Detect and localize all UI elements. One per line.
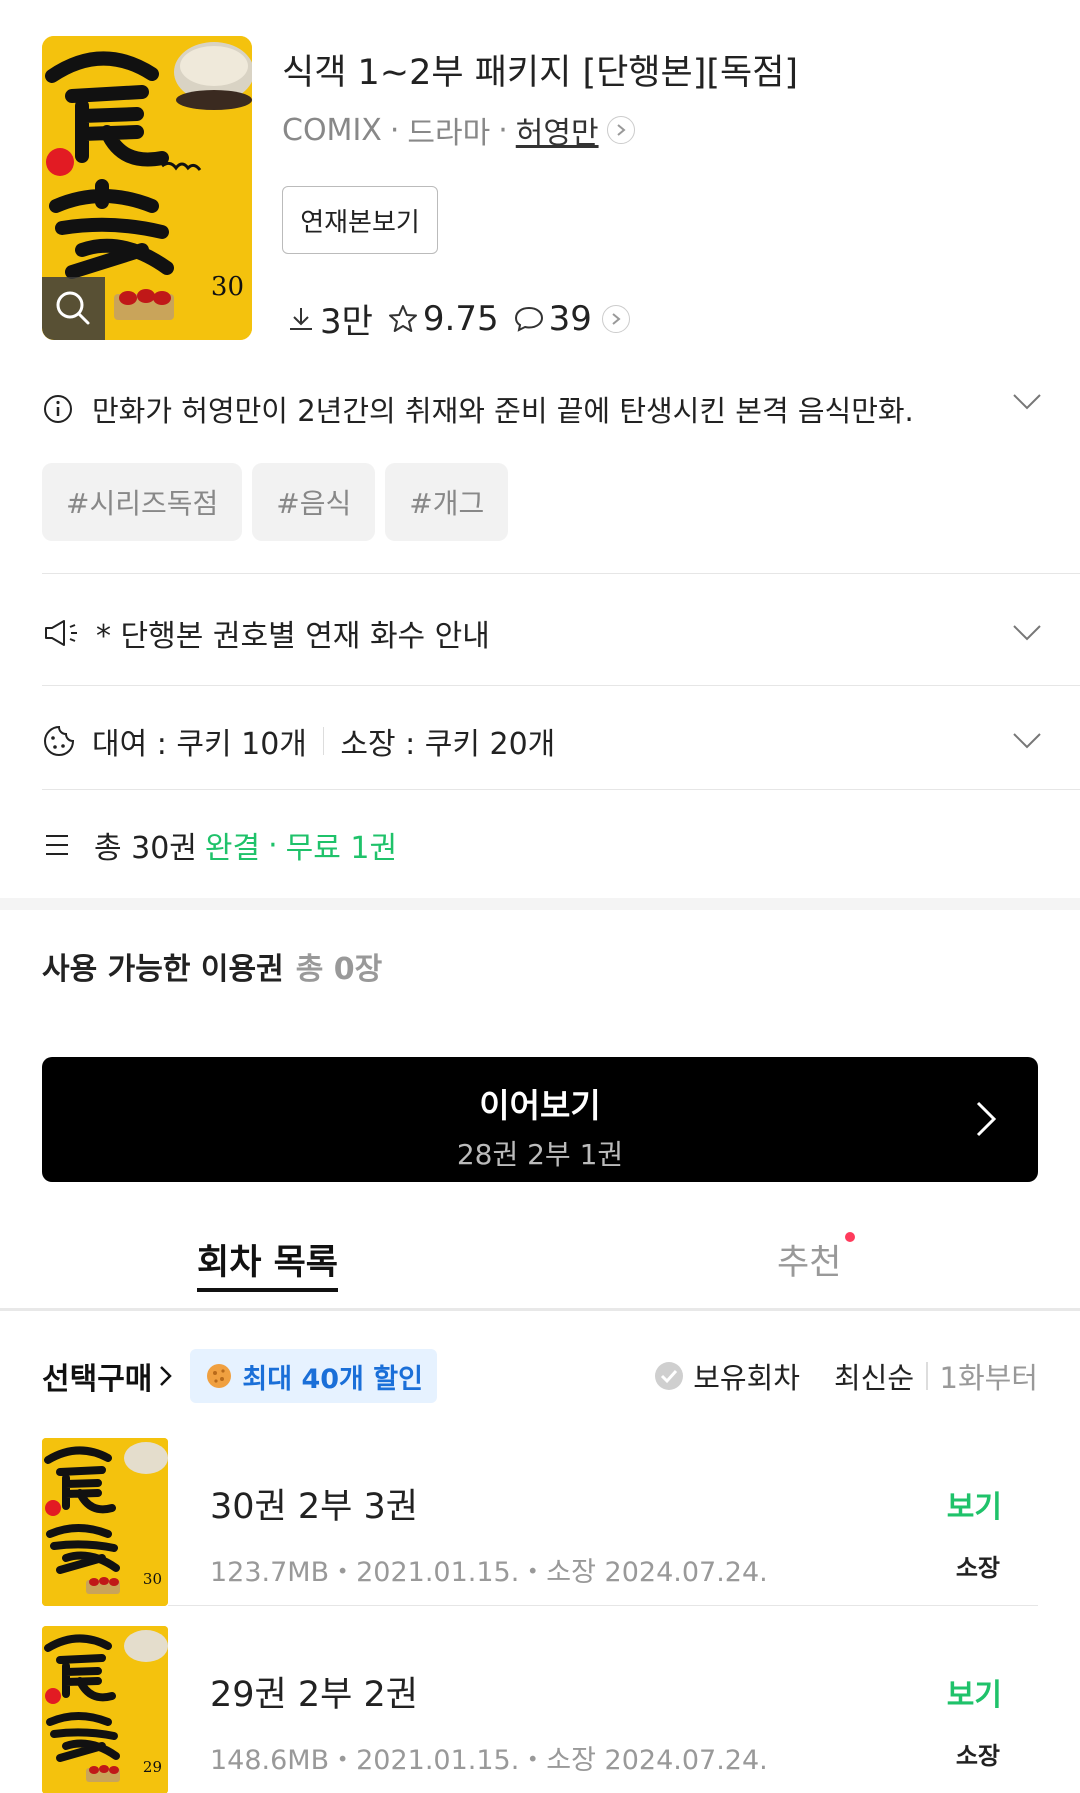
- work-meta: COMIX · 드라마 · 허영만: [282, 108, 635, 152]
- own-price: 소장 : 쿠키 20개: [340, 727, 556, 762]
- work-title: 식객 1~2부 패키지 [단행본][독점]: [282, 53, 799, 93]
- divider: [168, 1605, 1038, 1606]
- continue-sub: 28권 2부 1권: [456, 1138, 624, 1171]
- tab-divider: [0, 1308, 1080, 1311]
- star-icon: [388, 304, 417, 332]
- divider: [42, 573, 1080, 574]
- zoom-button[interactable]: [42, 277, 105, 340]
- ticket-label: 사용 가능한 이용권: [42, 952, 284, 987]
- volumes-row: 총 30권 완결 · 무료 1권: [42, 820, 1042, 870]
- list-controls: 보유회차 최신순 1화부터: [653, 1355, 1038, 1397]
- episode-title: 30권 2부 3권: [210, 1487, 418, 1527]
- cover-volume-number: 30: [210, 272, 244, 302]
- separator: [322, 727, 325, 755]
- downloads-stat: 3만: [286, 294, 373, 343]
- episode-meta: 148.6MB・2021.01.15.・소장 2024.07.24.: [210, 1745, 768, 1776]
- view-button[interactable]: 보기: [947, 1482, 1002, 1526]
- thumbnail-volume-number: 29: [142, 1758, 162, 1776]
- sort-latest[interactable]: 최신순: [834, 1355, 914, 1397]
- chevron-right-icon[interactable]: [606, 116, 635, 144]
- tag-list: #시리즈독점 #음식 #개그: [42, 463, 509, 541]
- serial-view-button[interactable]: 연재본보기: [282, 186, 438, 254]
- list-header: 선택구매 최대 40개 할인 보유회차 최신순 1화부터: [42, 1348, 1038, 1404]
- cover-image[interactable]: 30: [42, 36, 252, 340]
- notice-row[interactable]: * 단행본 권호별 연재 화수 안내: [42, 608, 1042, 658]
- pricing-row[interactable]: 대여 : 쿠키 10개 소장 : 쿠키 20개: [42, 716, 1042, 766]
- chevron-down-icon[interactable]: [1012, 623, 1042, 643]
- publisher: COMIX: [282, 112, 382, 148]
- owned-status: 소장: [955, 1554, 1000, 1582]
- sort-from-first[interactable]: 1화부터: [940, 1355, 1039, 1397]
- chevron-right-icon: [976, 1101, 997, 1137]
- description-text: 만화가 허영만이 2년간의 취재와 준비 끝에 탄생시킨 본격 음식만화.: [92, 394, 914, 428]
- tag-chip[interactable]: #개그: [385, 463, 509, 541]
- list-item[interactable]: 30 30권 2부 3권 123.7MB・2021.01.15.・소장 2024…: [42, 1438, 1038, 1606]
- cookie-icon: [207, 1364, 232, 1388]
- continue-reading-button[interactable]: 이어보기 28권 2부 1권: [42, 1057, 1038, 1182]
- owned-status: 소장: [955, 1742, 1000, 1770]
- episode-thumbnail: 29: [42, 1626, 168, 1793]
- episode-meta: 123.7MB・2021.01.15.・소장 2024.07.24.: [210, 1557, 768, 1588]
- chevron-down-icon[interactable]: [1012, 392, 1042, 412]
- volume-total: 총 30권: [94, 831, 197, 866]
- completion-status: 완결: [204, 831, 261, 866]
- tab-bar: 회차 목록 추천: [0, 1230, 1080, 1310]
- cookie-icon: [43, 725, 75, 757]
- search-icon: [56, 291, 90, 325]
- episode-thumbnail: 30: [42, 1438, 168, 1606]
- chevron-right-icon[interactable]: [601, 304, 630, 333]
- section-separator: [0, 898, 1080, 910]
- info-icon: [44, 395, 72, 423]
- genre: 드라마: [407, 116, 491, 151]
- view-button[interactable]: 보기: [947, 1670, 1002, 1714]
- tag-chip[interactable]: #시리즈독점: [42, 463, 243, 541]
- separator: [926, 1362, 928, 1390]
- check-circle-icon: [655, 1362, 684, 1390]
- list-icon: [46, 835, 68, 855]
- comment-icon: [514, 306, 543, 332]
- chevron-down-icon[interactable]: [1012, 731, 1042, 751]
- work-stats: 3만 9.75 39: [286, 294, 630, 343]
- notice-text: * 단행본 권호별 연재 화수 안내: [96, 619, 490, 654]
- author-link[interactable]: 허영만: [516, 108, 599, 152]
- list-item[interactable]: 29 29권 2부 2권 148.6MB・2021.01.15.・소장 2024…: [42, 1626, 1038, 1793]
- select-buy-button[interactable]: 선택구매: [42, 1354, 174, 1398]
- megaphone-icon: [45, 620, 77, 646]
- divider: [42, 789, 1080, 790]
- thumbnail-volume-number: 30: [142, 1570, 162, 1588]
- tab-recommend[interactable]: 추천: [777, 1232, 856, 1292]
- tag-chip[interactable]: #음식: [252, 463, 376, 541]
- download-icon: [290, 307, 312, 330]
- tab-episodes[interactable]: 회차 목록: [197, 1234, 338, 1292]
- ticket-count: 총 0장: [295, 952, 383, 987]
- discount-badge[interactable]: 최대 40개 할인: [190, 1349, 437, 1403]
- divider: [42, 685, 1080, 686]
- owned-filter[interactable]: 보유회차: [653, 1355, 800, 1397]
- rating-stat: 9.75: [387, 299, 499, 339]
- free-volumes: 무료 1권: [285, 831, 398, 866]
- continue-label: 이어보기: [479, 1086, 601, 1125]
- chevron-right-icon: [160, 1366, 173, 1386]
- ticket-info: 사용 가능한 이용권 총 0장: [42, 944, 382, 988]
- new-dot-badge: [845, 1232, 856, 1242]
- description-row[interactable]: 만화가 허영만이 2년간의 취재와 준비 끝에 탄생시킨 본격 음식만화.: [42, 386, 1042, 432]
- work-header: 30 식객 1~2부 패키지 [단행본][독점] COMIX · 드라마 · 허…: [42, 36, 1042, 346]
- comments-stat[interactable]: 39: [513, 299, 630, 339]
- episode-title: 29권 2부 2권: [210, 1675, 418, 1715]
- rent-price: 대여 : 쿠키 10개: [92, 727, 307, 762]
